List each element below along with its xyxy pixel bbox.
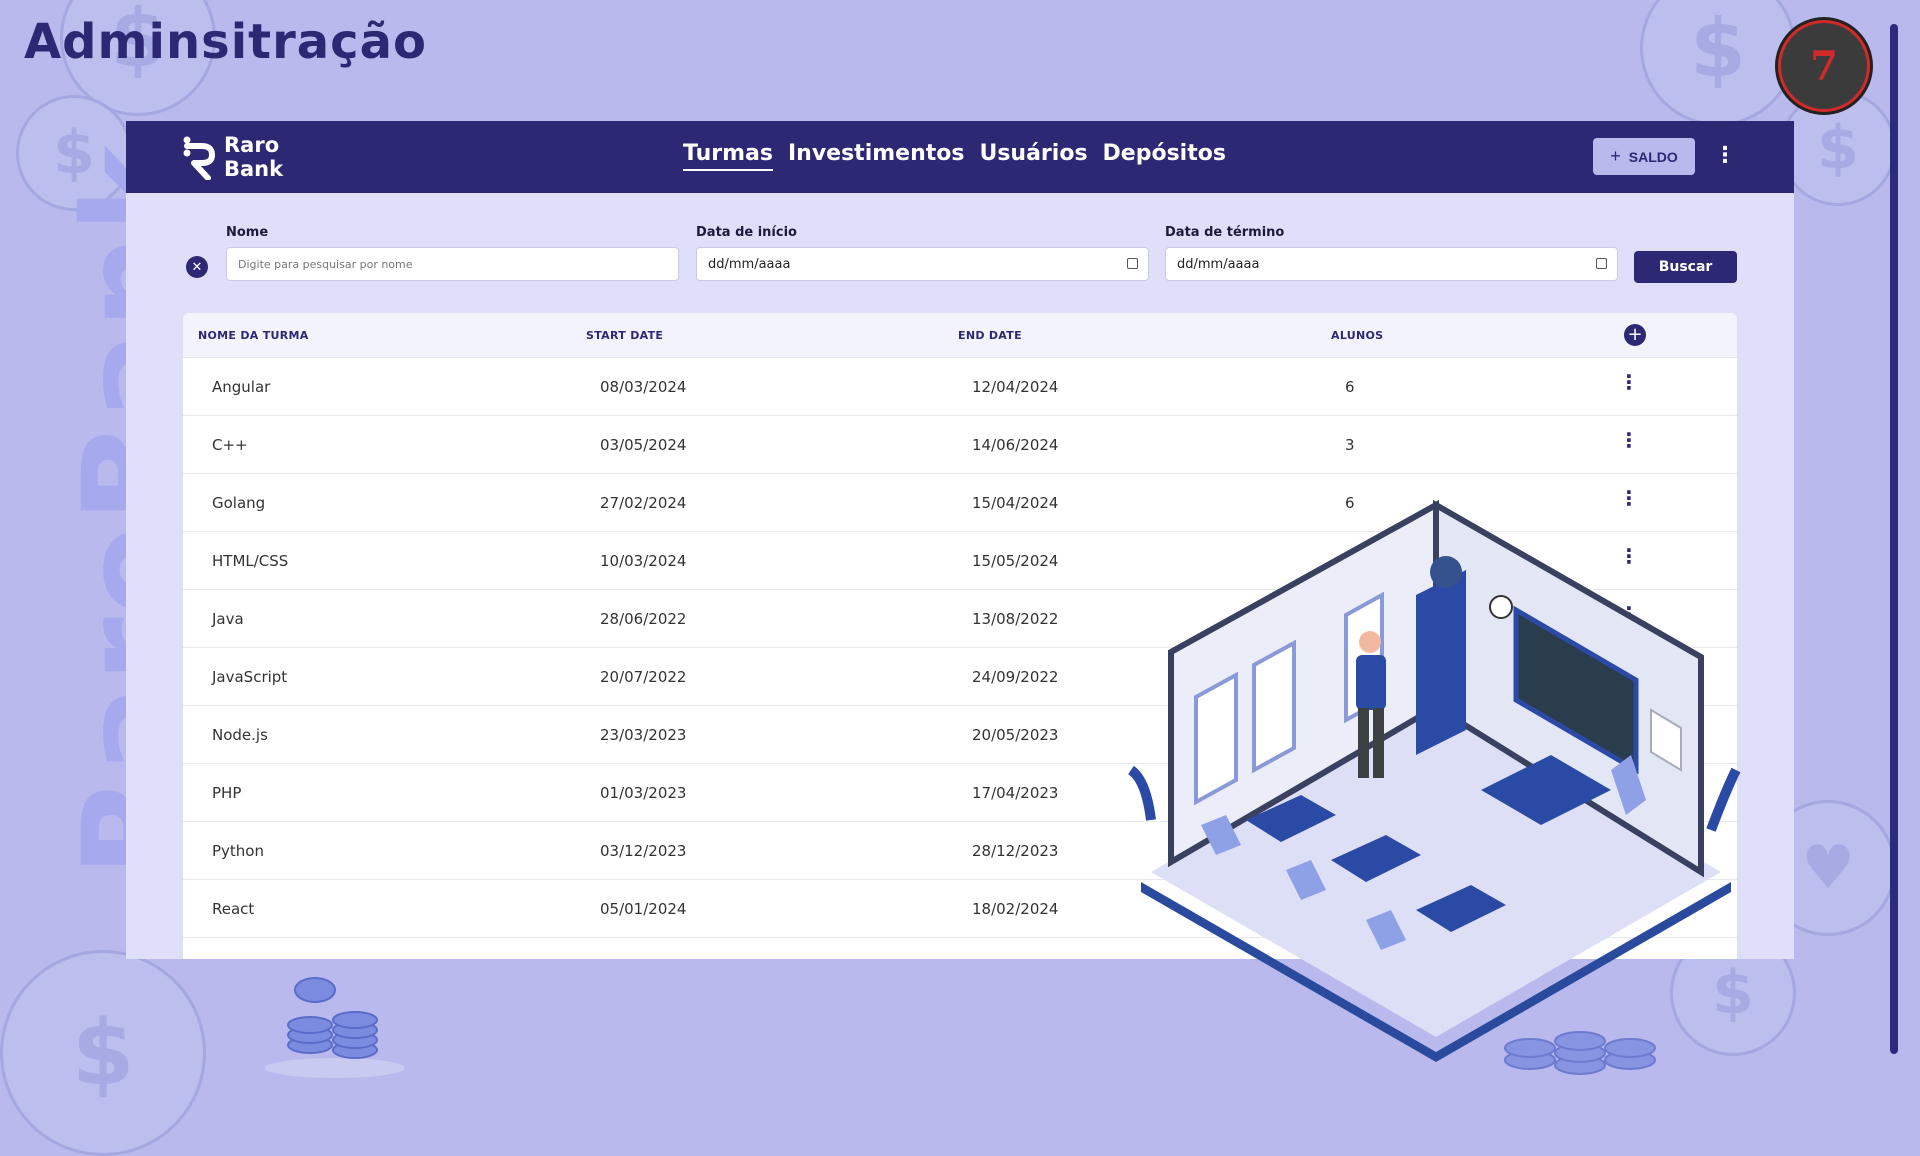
kebab-menu-icon[interactable]: ⋮: [1714, 143, 1736, 168]
cell-start-date: 20/07/2022: [600, 668, 687, 686]
nav-turmas[interactable]: Turmas: [683, 141, 773, 171]
cell-start-date: 28/06/2022: [600, 610, 687, 628]
termino-value: dd/mm/aaaa: [1177, 256, 1260, 272]
cell-start-date: 05/01/2024: [600, 900, 687, 918]
termino-date-input[interactable]: dd/mm/aaaa: [1165, 247, 1618, 281]
cell-start-date: 03/05/2024: [600, 436, 687, 454]
cell-end-date: 28/12/2023: [972, 842, 1059, 860]
plus-icon: +: [1610, 146, 1621, 166]
cell-nome: Golang: [212, 494, 266, 512]
close-icon: ✕: [191, 259, 203, 275]
nome-label: Nome: [226, 225, 269, 240]
cell-nome: Python: [212, 842, 264, 860]
plus-icon: +: [1627, 324, 1643, 345]
header-alunos[interactable]: ALUNOS: [1331, 329, 1383, 342]
cell-alunos: 6: [1345, 378, 1355, 396]
right-accent-bar: [1890, 24, 1898, 1054]
inicio-date-input[interactable]: dd/mm/aaaa: [696, 247, 1149, 281]
cell-nome: HTML/CSS: [212, 552, 289, 570]
nav-investimentos[interactable]: Investimentos: [788, 141, 965, 171]
cell-start-date: 08/03/2024: [600, 378, 687, 396]
cell-start-date: 10/03/2024: [600, 552, 687, 570]
saldo-label: SALDO: [1628, 148, 1678, 165]
header-nome[interactable]: NOME DA TURMA: [198, 329, 309, 342]
header-start[interactable]: START DATE: [586, 329, 663, 342]
top-navbar: Raro Bank Turmas Investimentos Usuários …: [126, 121, 1794, 193]
cell-end-date: 12/04/2024: [972, 378, 1059, 396]
cell-start-date: 01/03/2023: [600, 784, 687, 802]
cell-end-date: 15/05/2024: [972, 552, 1059, 570]
cell-end-date: 18/02/2024: [972, 900, 1059, 918]
clear-filters-button[interactable]: ✕: [186, 256, 208, 278]
calendar-icon[interactable]: [1127, 258, 1138, 269]
table-row[interactable]: Angular 08/03/2024 12/04/2024 6 ⋮: [183, 358, 1737, 416]
brand-name: Raro Bank: [224, 133, 284, 181]
inicio-label: Data de início: [696, 225, 797, 240]
table-header: NOME DA TURMA START DATE END DATE ALUNOS…: [183, 313, 1737, 358]
table-row[interactable]: C++ 03/05/2024 14/06/2024 3 ⋮: [183, 416, 1737, 474]
nav-usuarios[interactable]: Usuários: [979, 141, 1087, 171]
brand-logo[interactable]: Raro Bank: [182, 133, 283, 181]
row-kebab-menu-icon[interactable]: ⋮: [1619, 370, 1639, 394]
cell-start-date: 27/02/2024: [600, 494, 687, 512]
header-end[interactable]: END DATE: [958, 329, 1022, 342]
nav-depositos[interactable]: Depósitos: [1103, 141, 1226, 171]
coin-stack-illustration: [1504, 1031, 1656, 1075]
cell-start-date: 23/03/2023: [600, 726, 687, 744]
cell-end-date: 20/05/2023: [972, 726, 1059, 744]
cell-nome: React: [212, 900, 255, 918]
buscar-button[interactable]: Buscar: [1634, 251, 1737, 283]
coin-decoration: $: [0, 950, 206, 1156]
main-nav: Turmas Investimentos Usuários Depósitos: [683, 141, 1226, 171]
coin-decoration: $: [1640, 0, 1796, 126]
row-kebab-menu-icon[interactable]: ⋮: [1619, 428, 1639, 452]
cell-alunos: 3: [1345, 436, 1355, 454]
cell-end-date: 14/06/2024: [972, 436, 1059, 454]
coin-stack-illustration: [265, 977, 405, 1078]
saldo-button[interactable]: + SALDO: [1593, 138, 1695, 175]
cell-nome: Node.js: [212, 726, 268, 744]
slide-title: Adminsitração: [24, 14, 427, 70]
calendar-icon[interactable]: [1596, 258, 1607, 269]
cell-nome: JavaScript: [212, 668, 288, 686]
termino-label: Data de término: [1165, 225, 1285, 240]
filter-bar: ✕ Nome Digite para pesquisar por nome Da…: [126, 193, 1794, 303]
inicio-value: dd/mm/aaaa: [708, 256, 791, 272]
cell-nome: Java: [212, 610, 244, 628]
raro-logo-icon: [183, 136, 215, 180]
cell-end-date: 24/09/2022: [972, 668, 1059, 686]
cell-start-date: 03/12/2023: [600, 842, 687, 860]
nome-placeholder: Digite para pesquisar por nome: [238, 257, 413, 271]
cell-nome: Angular: [212, 378, 271, 396]
logo-badge-icon: 7: [1778, 20, 1870, 112]
nome-search-input[interactable]: Digite para pesquisar por nome: [226, 247, 679, 281]
cell-end-date: 17/04/2023: [972, 784, 1059, 802]
add-turma-button[interactable]: +: [1624, 324, 1646, 346]
cell-end-date: 15/04/2024: [972, 494, 1059, 512]
cell-nome: C++: [212, 436, 248, 454]
cell-end-date: 13/08/2022: [972, 610, 1059, 628]
cell-nome: PHP: [212, 784, 242, 802]
